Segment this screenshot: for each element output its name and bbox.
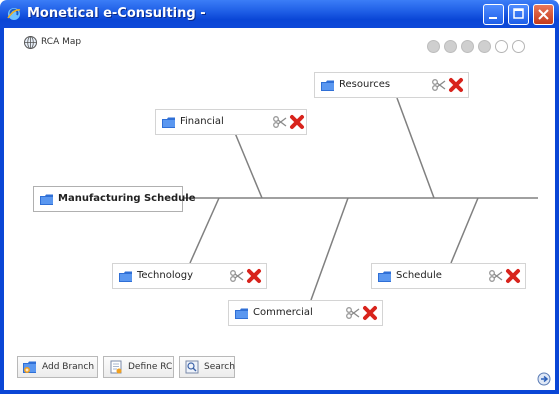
edit-scissors-icon[interactable] — [488, 268, 504, 284]
delete-icon[interactable] — [289, 114, 305, 130]
delete-icon[interactable] — [246, 268, 262, 284]
add-branch-label: Add Branch — [42, 362, 95, 372]
branch-node-resources[interactable]: Resources — [314, 72, 469, 98]
branch-node-technology[interactable]: Technology — [112, 263, 267, 289]
delete-icon[interactable] — [362, 305, 378, 321]
branch-label: Schedule — [396, 270, 442, 281]
branch-label: Financial — [180, 116, 224, 127]
search-button[interactable]: Search — [179, 356, 235, 378]
bone-resources — [396, 97, 435, 199]
folder-icon — [378, 271, 391, 282]
define-rc-label: Define RC — [128, 362, 173, 372]
root-label: Manufacturing Schedule — [58, 193, 196, 204]
edit-scissors-icon[interactable] — [431, 77, 447, 93]
define-rc-icon — [110, 360, 122, 374]
delete-icon[interactable] — [448, 77, 464, 93]
add-branch-button[interactable]: Add Branch — [17, 356, 98, 378]
folder-icon — [321, 80, 334, 91]
bone-financial — [234, 132, 263, 199]
branch-label: Resources — [339, 79, 391, 90]
edit-scissors-icon[interactable] — [229, 268, 245, 284]
edit-scissors-icon[interactable] — [272, 114, 288, 130]
branch-node-commercial[interactable]: Commercial — [228, 300, 383, 326]
search-icon — [185, 360, 199, 374]
define-rc-button[interactable]: Define RC — [103, 356, 174, 378]
delete-icon[interactable] — [505, 268, 521, 284]
branch-node-financial[interactable]: Financial — [155, 109, 307, 135]
bone-commercial — [310, 197, 349, 301]
root-node[interactable]: Manufacturing Schedule — [33, 186, 196, 212]
search-label: Search — [204, 362, 235, 372]
bone-technology — [189, 197, 220, 264]
branch-label: Technology — [137, 270, 194, 281]
branch-label: Commercial — [253, 307, 313, 318]
folder-icon — [119, 271, 132, 282]
bone-schedule — [450, 197, 479, 264]
folder-icon — [40, 194, 53, 205]
folder-icon — [235, 308, 248, 319]
next-arrow-icon[interactable] — [537, 372, 551, 386]
folder-icon — [162, 117, 175, 128]
add-folder-icon — [23, 361, 36, 373]
edit-scissors-icon[interactable] — [345, 305, 361, 321]
branch-node-schedule[interactable]: Schedule — [371, 263, 526, 289]
